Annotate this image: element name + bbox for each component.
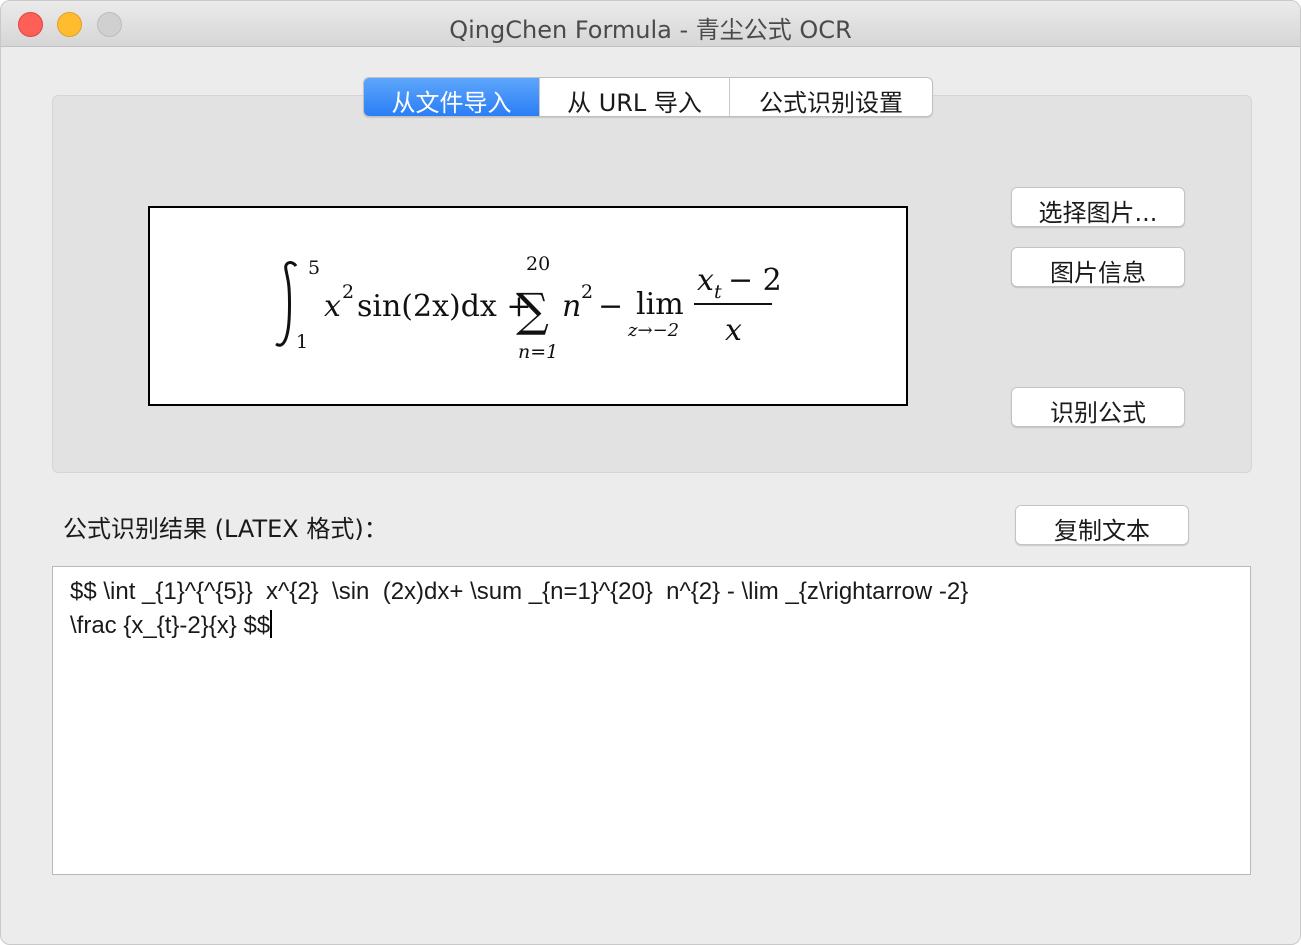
tab-import-from-file[interactable]: 从文件导入 xyxy=(364,78,540,116)
integrand-variable: x xyxy=(324,289,341,324)
sum-body-variable: n xyxy=(562,289,581,324)
integral-upper-limit: 5 xyxy=(308,257,320,279)
image-info-button[interactable]: 图片信息 xyxy=(1011,247,1185,287)
sin-term: sin(2x)dx + xyxy=(357,289,532,324)
formula-image-preview: 5 1 x 2 sin(2x)dx + 20 ∑ n=1 n 2 − lim z… xyxy=(148,206,908,406)
result-label: 公式识别结果 (LATEX 格式)： xyxy=(63,515,388,543)
text-caret xyxy=(270,610,273,638)
latex-line-text: $$ \int _{1}^{^{5}} x^{2} \sin (2x)dx+ \… xyxy=(70,578,969,605)
recognize-formula-button[interactable]: 识别公式 xyxy=(1011,387,1185,427)
lim-operator: lim xyxy=(636,287,684,322)
copy-text-button[interactable]: 复制文本 xyxy=(1015,505,1189,545)
tab-import-from-url[interactable]: 从 URL 导入 xyxy=(540,78,730,116)
integral-lower-limit: 1 xyxy=(296,331,308,353)
latex-result-textarea[interactable]: $$ \int _{1}^{^{5}} x^{2} \sin (2x)dx+ \… xyxy=(52,566,1251,875)
minus-sign: − xyxy=(598,289,623,324)
app-window: QingChen Formula - 青尘公式 OCR 从文件导入 从 URL … xyxy=(0,0,1301,945)
latex-line-text: \frac {x_{t}-2}{x} $$ xyxy=(70,612,271,639)
fraction-numerator-variable: x xyxy=(697,263,714,298)
window-title: QingChen Formula - 青尘公式 OCR xyxy=(449,16,852,44)
fraction-denominator: x xyxy=(725,313,742,348)
lim-subscript: z→−2 xyxy=(627,320,679,341)
latex-result-line: \frac {x_{t}-2}{x} $$ xyxy=(70,610,273,640)
select-image-button[interactable]: 选择图片... xyxy=(1011,187,1185,227)
sum-upper-limit: 20 xyxy=(526,253,550,275)
sum-lower-limit: n=1 xyxy=(518,341,558,363)
formula-image: 5 1 x 2 sin(2x)dx + 20 ∑ n=1 n 2 − lim z… xyxy=(275,253,782,363)
integral-sign xyxy=(275,261,298,347)
fraction-numerator-rest: − 2 xyxy=(728,263,782,298)
fraction-numerator-subscript: t xyxy=(714,281,722,303)
title-bar[interactable]: QingChen Formula - 青尘公式 OCR xyxy=(1,1,1300,47)
tab-recognition-settings[interactable]: 公式识别设置 xyxy=(730,78,932,116)
sum-body-exponent: 2 xyxy=(581,281,593,303)
import-tabs: 从文件导入 从 URL 导入 公式识别设置 xyxy=(363,77,933,117)
integrand-exponent: 2 xyxy=(342,281,354,303)
sum-sign: ∑ xyxy=(516,283,549,337)
latex-result-line: $$ \int _{1}^{^{5}} x^{2} \sin (2x)dx+ \… xyxy=(70,578,968,606)
